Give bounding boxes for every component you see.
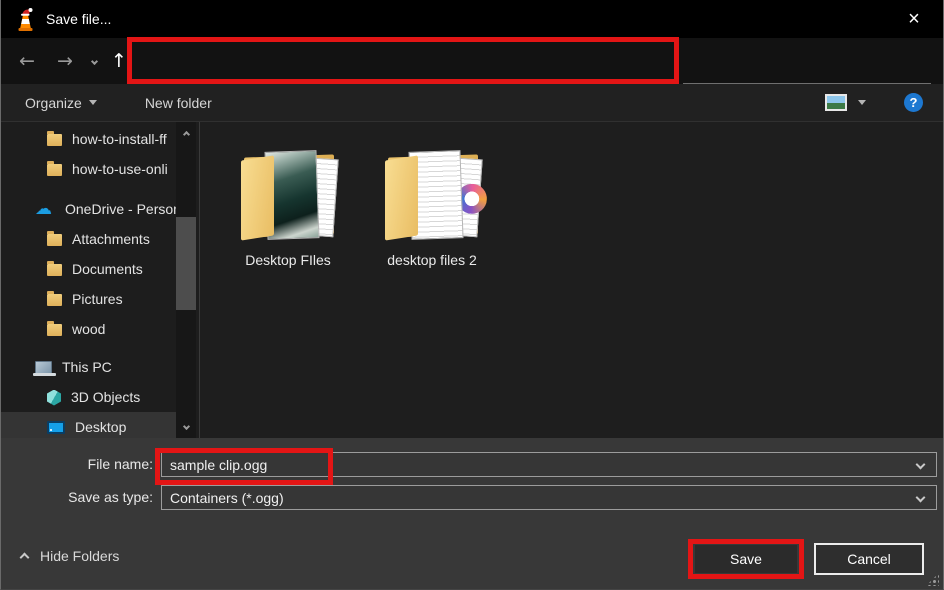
sidebar-item-label: This PC <box>62 359 112 375</box>
sidebar-item-label: Documents <box>72 261 143 277</box>
resize-grip-icon[interactable] <box>926 573 939 586</box>
view-thumbnail-icon <box>825 94 847 111</box>
file-name-label: File name: <box>1 456 153 472</box>
hide-folders-label: Hide Folders <box>40 548 119 564</box>
organize-button[interactable]: Organize <box>13 84 109 121</box>
sidebar-item-label: OneDrive - Person <box>65 201 181 217</box>
titlebar: Save file... × <box>1 0 943 38</box>
help-button[interactable]: ? <box>904 93 923 112</box>
sidebar-item-wood[interactable]: wood <box>1 314 199 344</box>
folder-icon <box>236 146 340 248</box>
sidebar-scrollbar[interactable] <box>176 122 196 438</box>
sidebar-item-label: wood <box>72 321 105 337</box>
new-folder-label: New folder <box>145 95 212 111</box>
sidebar-item-label: Desktop <box>75 419 126 435</box>
tiles-container: Desktop FIles desktop files 2 <box>201 122 943 268</box>
sidebar-item-pictures[interactable]: Pictures <box>1 284 199 314</box>
sidebar-item-documents[interactable]: Documents <box>1 254 199 284</box>
folder-icon <box>47 264 62 276</box>
folder-icon <box>380 146 484 248</box>
sidebar-item-3d-objects[interactable]: 3D Objects <box>1 382 199 412</box>
save-as-type-value: Containers (*.ogg) <box>162 490 917 506</box>
recent-locations-chevron-icon[interactable] <box>83 38 105 84</box>
new-folder-button[interactable]: New folder <box>133 84 224 121</box>
sidebar-item-how-to-install-ff[interactable]: how-to-install-ff <box>1 124 199 154</box>
hide-folders-button[interactable]: Hide Folders <box>21 548 119 564</box>
folder-tile-desktop-files-2[interactable]: desktop files 2 <box>367 146 497 268</box>
file-name-input[interactable] <box>162 457 917 473</box>
vlc-app-icon <box>14 7 37 32</box>
sidebar-item-onedrive-person[interactable]: ☁ OneDrive - Person <box>1 194 199 224</box>
navigation-bar: ← → ↑ This PC Desktop ↻ <box>1 38 943 84</box>
folder-icon <box>47 294 62 306</box>
up-icon[interactable]: ↑ <box>105 38 133 84</box>
change-view-button[interactable] <box>825 94 866 111</box>
scroll-down-icon[interactable] <box>176 418 196 434</box>
sidebar-item-label: Attachments <box>72 231 150 247</box>
back-icon[interactable]: ← <box>9 38 45 84</box>
folder-tile-label: desktop files 2 <box>367 252 497 268</box>
scroll-up-icon[interactable] <box>176 126 196 142</box>
sidebar-item-label: 3D Objects <box>71 389 140 405</box>
folder-tile-label: Desktop FIles <box>223 252 353 268</box>
folder-tile-desktop-files[interactable]: Desktop FIles <box>223 146 353 268</box>
pc-icon <box>35 361 52 374</box>
sidebar-item-desktop[interactable]: Desktop <box>1 412 178 438</box>
sidebar-item-this-pc[interactable]: This PC <box>1 352 199 382</box>
chevron-down-icon <box>858 100 866 105</box>
file-name-combobox[interactable] <box>161 452 937 477</box>
sidebar-item-label: Pictures <box>72 291 123 307</box>
sidebar-item-how-to-use-onli[interactable]: how-to-use-onli <box>1 154 199 184</box>
folder-icon <box>47 324 62 336</box>
chevron-up-icon <box>20 553 30 563</box>
command-toolbar: Organize New folder ? <box>1 84 943 122</box>
folder-icon <box>47 134 62 146</box>
sidebar-item-attachments[interactable]: Attachments <box>1 224 199 254</box>
cloud-icon: ☁ <box>35 200 55 218</box>
file-list-area[interactable]: Desktop FIles desktop files 2 <box>201 122 943 438</box>
save-file-dialog: Save file... × ← → ↑ This PC Desktop ↻ O… <box>0 0 944 590</box>
cancel-button[interactable]: Cancel <box>814 543 924 575</box>
save-as-type-label: Save as type: <box>1 489 153 505</box>
monitor-icon <box>47 421 65 434</box>
scrollbar-thumb[interactable] <box>176 217 196 310</box>
save-button[interactable]: Save <box>695 545 797 573</box>
folder-icon <box>47 164 62 176</box>
sidebar-item-label: how-to-install-ff <box>72 131 167 147</box>
chevron-down-icon[interactable] <box>916 493 926 503</box>
folder-icon <box>47 234 62 246</box>
navigation-pane: how-to-install-ff how-to-use-onli ☁ OneDriv… <box>1 122 200 438</box>
window-title: Save file... <box>46 11 111 27</box>
organize-label: Organize <box>25 95 82 111</box>
sidebar-list: how-to-install-ff how-to-use-onli ☁ OneDriv… <box>1 122 199 438</box>
cube-icon <box>47 390 61 406</box>
sidebar-item-label: how-to-use-onli <box>72 161 168 177</box>
chevron-down-icon <box>89 100 97 105</box>
forward-icon[interactable]: → <box>47 38 83 84</box>
dialog-footer: File name: Save as type: Containers (*.o… <box>1 438 943 590</box>
close-icon[interactable]: × <box>899 6 929 32</box>
dialog-body: how-to-install-ff how-to-use-onli ☁ OneDriv… <box>1 122 943 438</box>
save-as-type-select[interactable]: Containers (*.ogg) <box>161 485 937 510</box>
chevron-down-icon[interactable] <box>916 460 926 470</box>
